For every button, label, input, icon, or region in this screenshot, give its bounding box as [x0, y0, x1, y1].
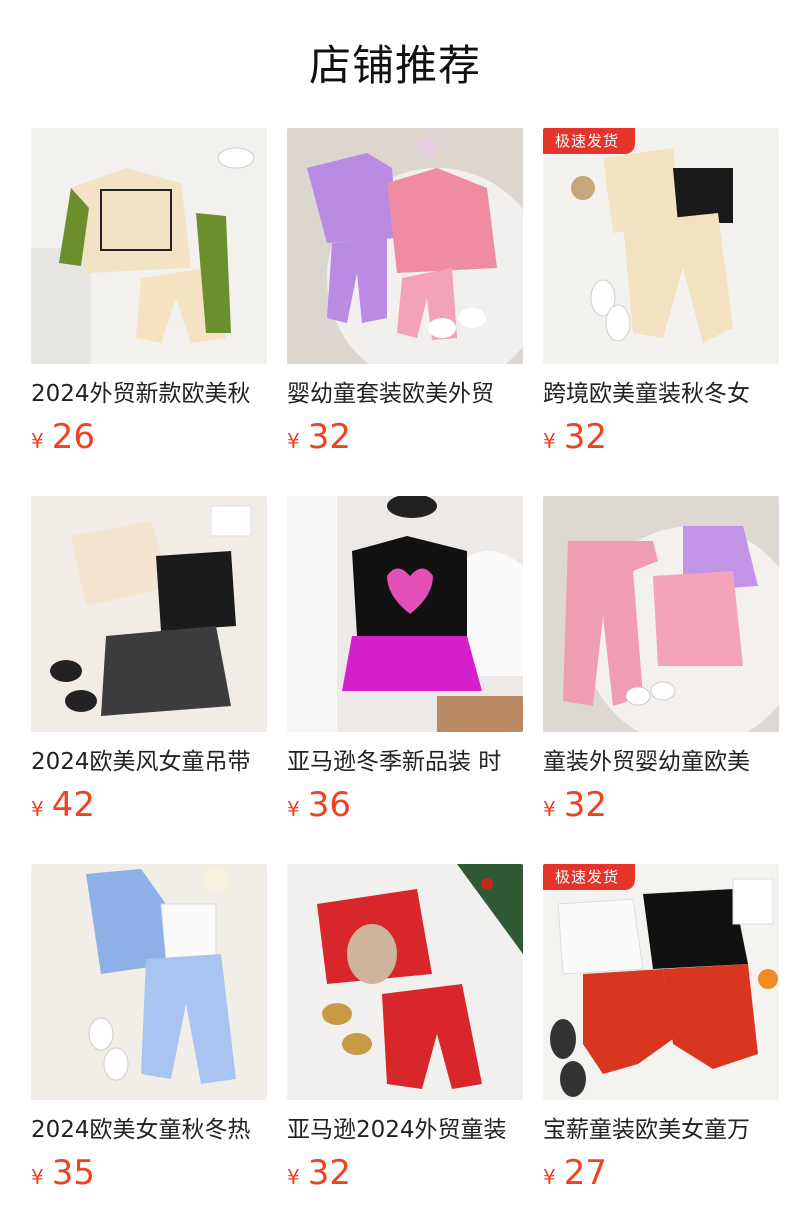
product-price: ¥42	[31, 783, 95, 827]
price-value: 42	[51, 785, 95, 825]
page-title: 店铺推荐	[308, 41, 481, 90]
product-card[interactable]: 2024外贸新款欧美秋 ¥26	[31, 128, 267, 496]
currency-symbol: ¥	[287, 1165, 300, 1189]
price-value: 32	[307, 417, 351, 457]
currency-symbol: ¥	[287, 429, 300, 453]
product-card[interactable]: 极速发货 跨境欧美童装秋冬女 ¥32	[543, 128, 779, 496]
currency-symbol: ¥	[31, 429, 44, 453]
product-card[interactable]: 亚马逊冬季新品装 时 ¥36	[287, 496, 523, 864]
product-name[interactable]: 跨境欧美童装秋冬女	[543, 378, 779, 410]
product-image[interactable]	[287, 496, 523, 732]
currency-symbol: ¥	[31, 1165, 44, 1189]
product-price: ¥32	[287, 415, 351, 459]
product-card[interactable]: 童装外贸婴幼童欧美 ¥32	[543, 496, 779, 864]
currency-symbol: ¥	[31, 797, 44, 821]
price-value: 32	[563, 417, 607, 457]
fast-shipping-badge: 极速发货	[543, 128, 636, 154]
product-card[interactable]: 2024欧美风女童吊带 ¥42	[31, 496, 267, 864]
product-name[interactable]: 童装外贸婴幼童欧美	[543, 746, 779, 778]
product-image[interactable]	[287, 864, 523, 1100]
product-name[interactable]: 2024外贸新款欧美秋	[31, 378, 267, 410]
currency-symbol: ¥	[287, 797, 300, 821]
product-price: ¥26	[31, 415, 95, 459]
product-image[interactable]	[543, 496, 779, 732]
currency-symbol: ¥	[543, 429, 556, 453]
product-image[interactable]	[31, 496, 267, 732]
product-image[interactable]	[31, 128, 267, 364]
product-price: ¥32	[543, 783, 607, 827]
price-value: 27	[563, 1153, 607, 1193]
product-name[interactable]: 婴幼童套装欧美外贸	[287, 378, 523, 410]
product-price: ¥32	[287, 1151, 351, 1195]
price-value: 26	[51, 417, 95, 457]
product-image[interactable]	[31, 864, 267, 1100]
product-name[interactable]: 2024欧美风女童吊带	[31, 746, 267, 778]
product-name[interactable]: 2024欧美女童秋冬热	[31, 1114, 267, 1146]
product-card[interactable]: 极速发货 宝薪童装欧美女童万 ¥27	[543, 864, 779, 1232]
product-name[interactable]: 亚马逊2024外贸童装	[287, 1114, 523, 1146]
currency-symbol: ¥	[543, 797, 556, 821]
product-card[interactable]: 亚马逊2024外贸童装 ¥32	[287, 864, 523, 1232]
product-price: ¥35	[31, 1151, 95, 1195]
product-grid: 2024外贸新款欧美秋 ¥26 婴幼童套装欧美外贸 ¥32 极速发货 跨境欧美童…	[31, 128, 779, 1232]
price-value: 32	[563, 785, 607, 825]
product-name[interactable]: 宝薪童装欧美女童万	[543, 1114, 779, 1146]
product-name[interactable]: 亚马逊冬季新品装 时	[287, 746, 523, 778]
price-value: 32	[307, 1153, 351, 1193]
product-card[interactable]: 婴幼童套装欧美外贸 ¥32	[287, 128, 523, 496]
product-price: ¥32	[543, 415, 607, 459]
price-value: 35	[51, 1153, 95, 1193]
product-price: ¥36	[287, 783, 351, 827]
product-card[interactable]: 2024欧美女童秋冬热 ¥35	[31, 864, 267, 1232]
product-image[interactable]: 极速发货	[543, 864, 779, 1100]
fast-shipping-badge: 极速发货	[543, 864, 636, 890]
currency-symbol: ¥	[543, 1165, 556, 1189]
price-value: 36	[307, 785, 351, 825]
product-image[interactable]	[287, 128, 523, 364]
product-price: ¥27	[543, 1151, 607, 1195]
product-image[interactable]: 极速发货	[543, 128, 779, 364]
